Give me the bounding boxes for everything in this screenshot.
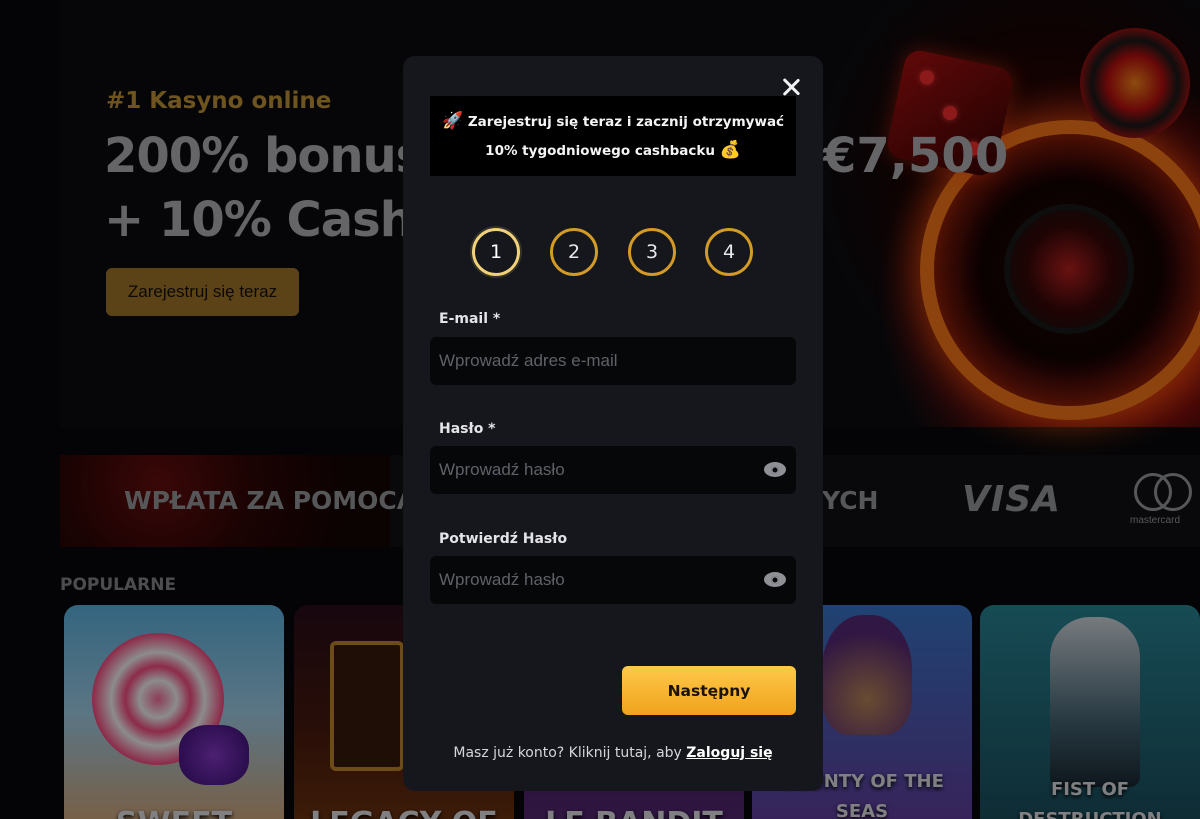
promo-banner: 🚀 Zarejestruj się teraz i zacznij otrzym… — [430, 96, 796, 176]
confirm-password-field-wrapper — [430, 556, 796, 604]
step-4: 4 — [705, 228, 753, 276]
next-button[interactable]: Następny — [622, 666, 796, 715]
registration-modal: 🚀 Zarejestruj się teraz i zacznij otrzym… — [403, 56, 823, 791]
login-link[interactable]: Zaloguj się — [686, 745, 772, 761]
step-1: 1 — [472, 228, 520, 276]
step-2: 2 — [550, 228, 598, 276]
confirm-password-label: Potwierdź Hasło — [439, 531, 568, 547]
promo-text-2: 10% tygodniowego cashbacku — [485, 143, 715, 159]
money-bag-emoji: 💰 — [719, 140, 741, 160]
password-field-wrapper — [430, 446, 796, 494]
step-indicator: 1 2 3 4 — [403, 228, 823, 276]
email-field[interactable] — [439, 351, 739, 371]
page: #1 Kasyno online 200% bonusu + 10% Cashb… — [0, 0, 1200, 819]
password-label: Hasło * — [439, 421, 496, 437]
confirm-password-field[interactable] — [439, 570, 739, 590]
email-field-wrapper — [430, 337, 796, 385]
promo-line-2: 10% tygodniowego cashbacku 💰 — [485, 136, 741, 165]
rocket-emoji: 🚀 — [441, 111, 464, 131]
step-3: 3 — [628, 228, 676, 276]
login-prompt: Masz już konto? Kliknij tutaj, aby Zalog… — [403, 745, 823, 761]
promo-line-1: 🚀 Zarejestruj się teraz i zacznij otrzym… — [442, 107, 784, 136]
email-label: E-mail * — [439, 311, 501, 327]
eye-icon[interactable] — [764, 462, 786, 477]
password-field[interactable] — [439, 460, 739, 480]
promo-text-1: Zarejestruj się teraz i zacznij otrzymyw… — [467, 114, 785, 130]
eye-icon[interactable] — [764, 572, 786, 587]
login-prompt-text: Masz już konto? Kliknij tutaj, aby — [453, 745, 682, 761]
